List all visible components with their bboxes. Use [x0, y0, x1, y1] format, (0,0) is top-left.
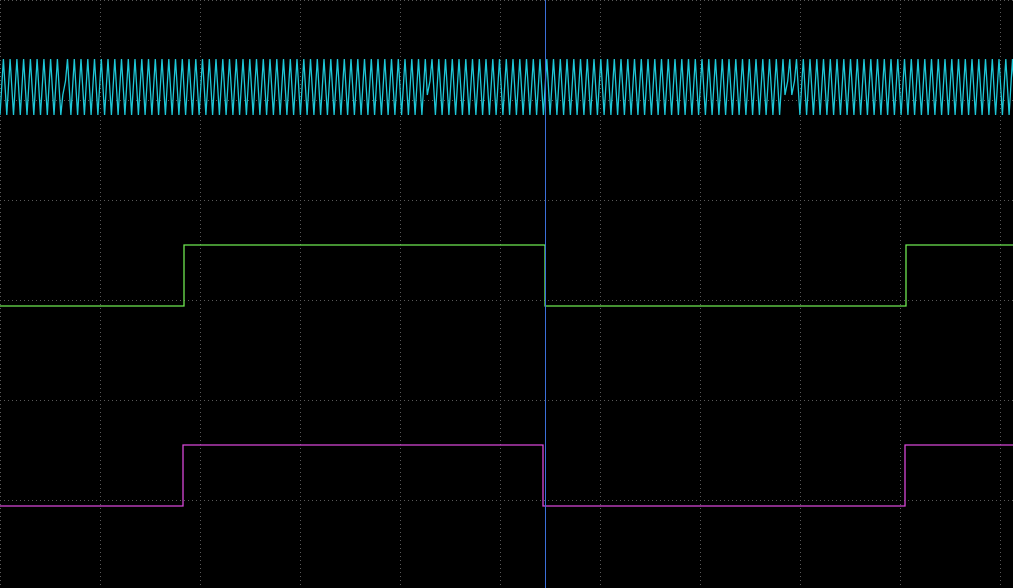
- grid: [0, 0, 1013, 588]
- oscilloscope-screen: [0, 0, 1013, 588]
- waveform-plot: [0, 0, 1013, 588]
- traces: [0, 58, 1013, 507]
- trace-ch2-square: [0, 244, 1013, 307]
- trace-ch1-clock: [0, 58, 1013, 116]
- trace-ch3-square: [0, 444, 1013, 507]
